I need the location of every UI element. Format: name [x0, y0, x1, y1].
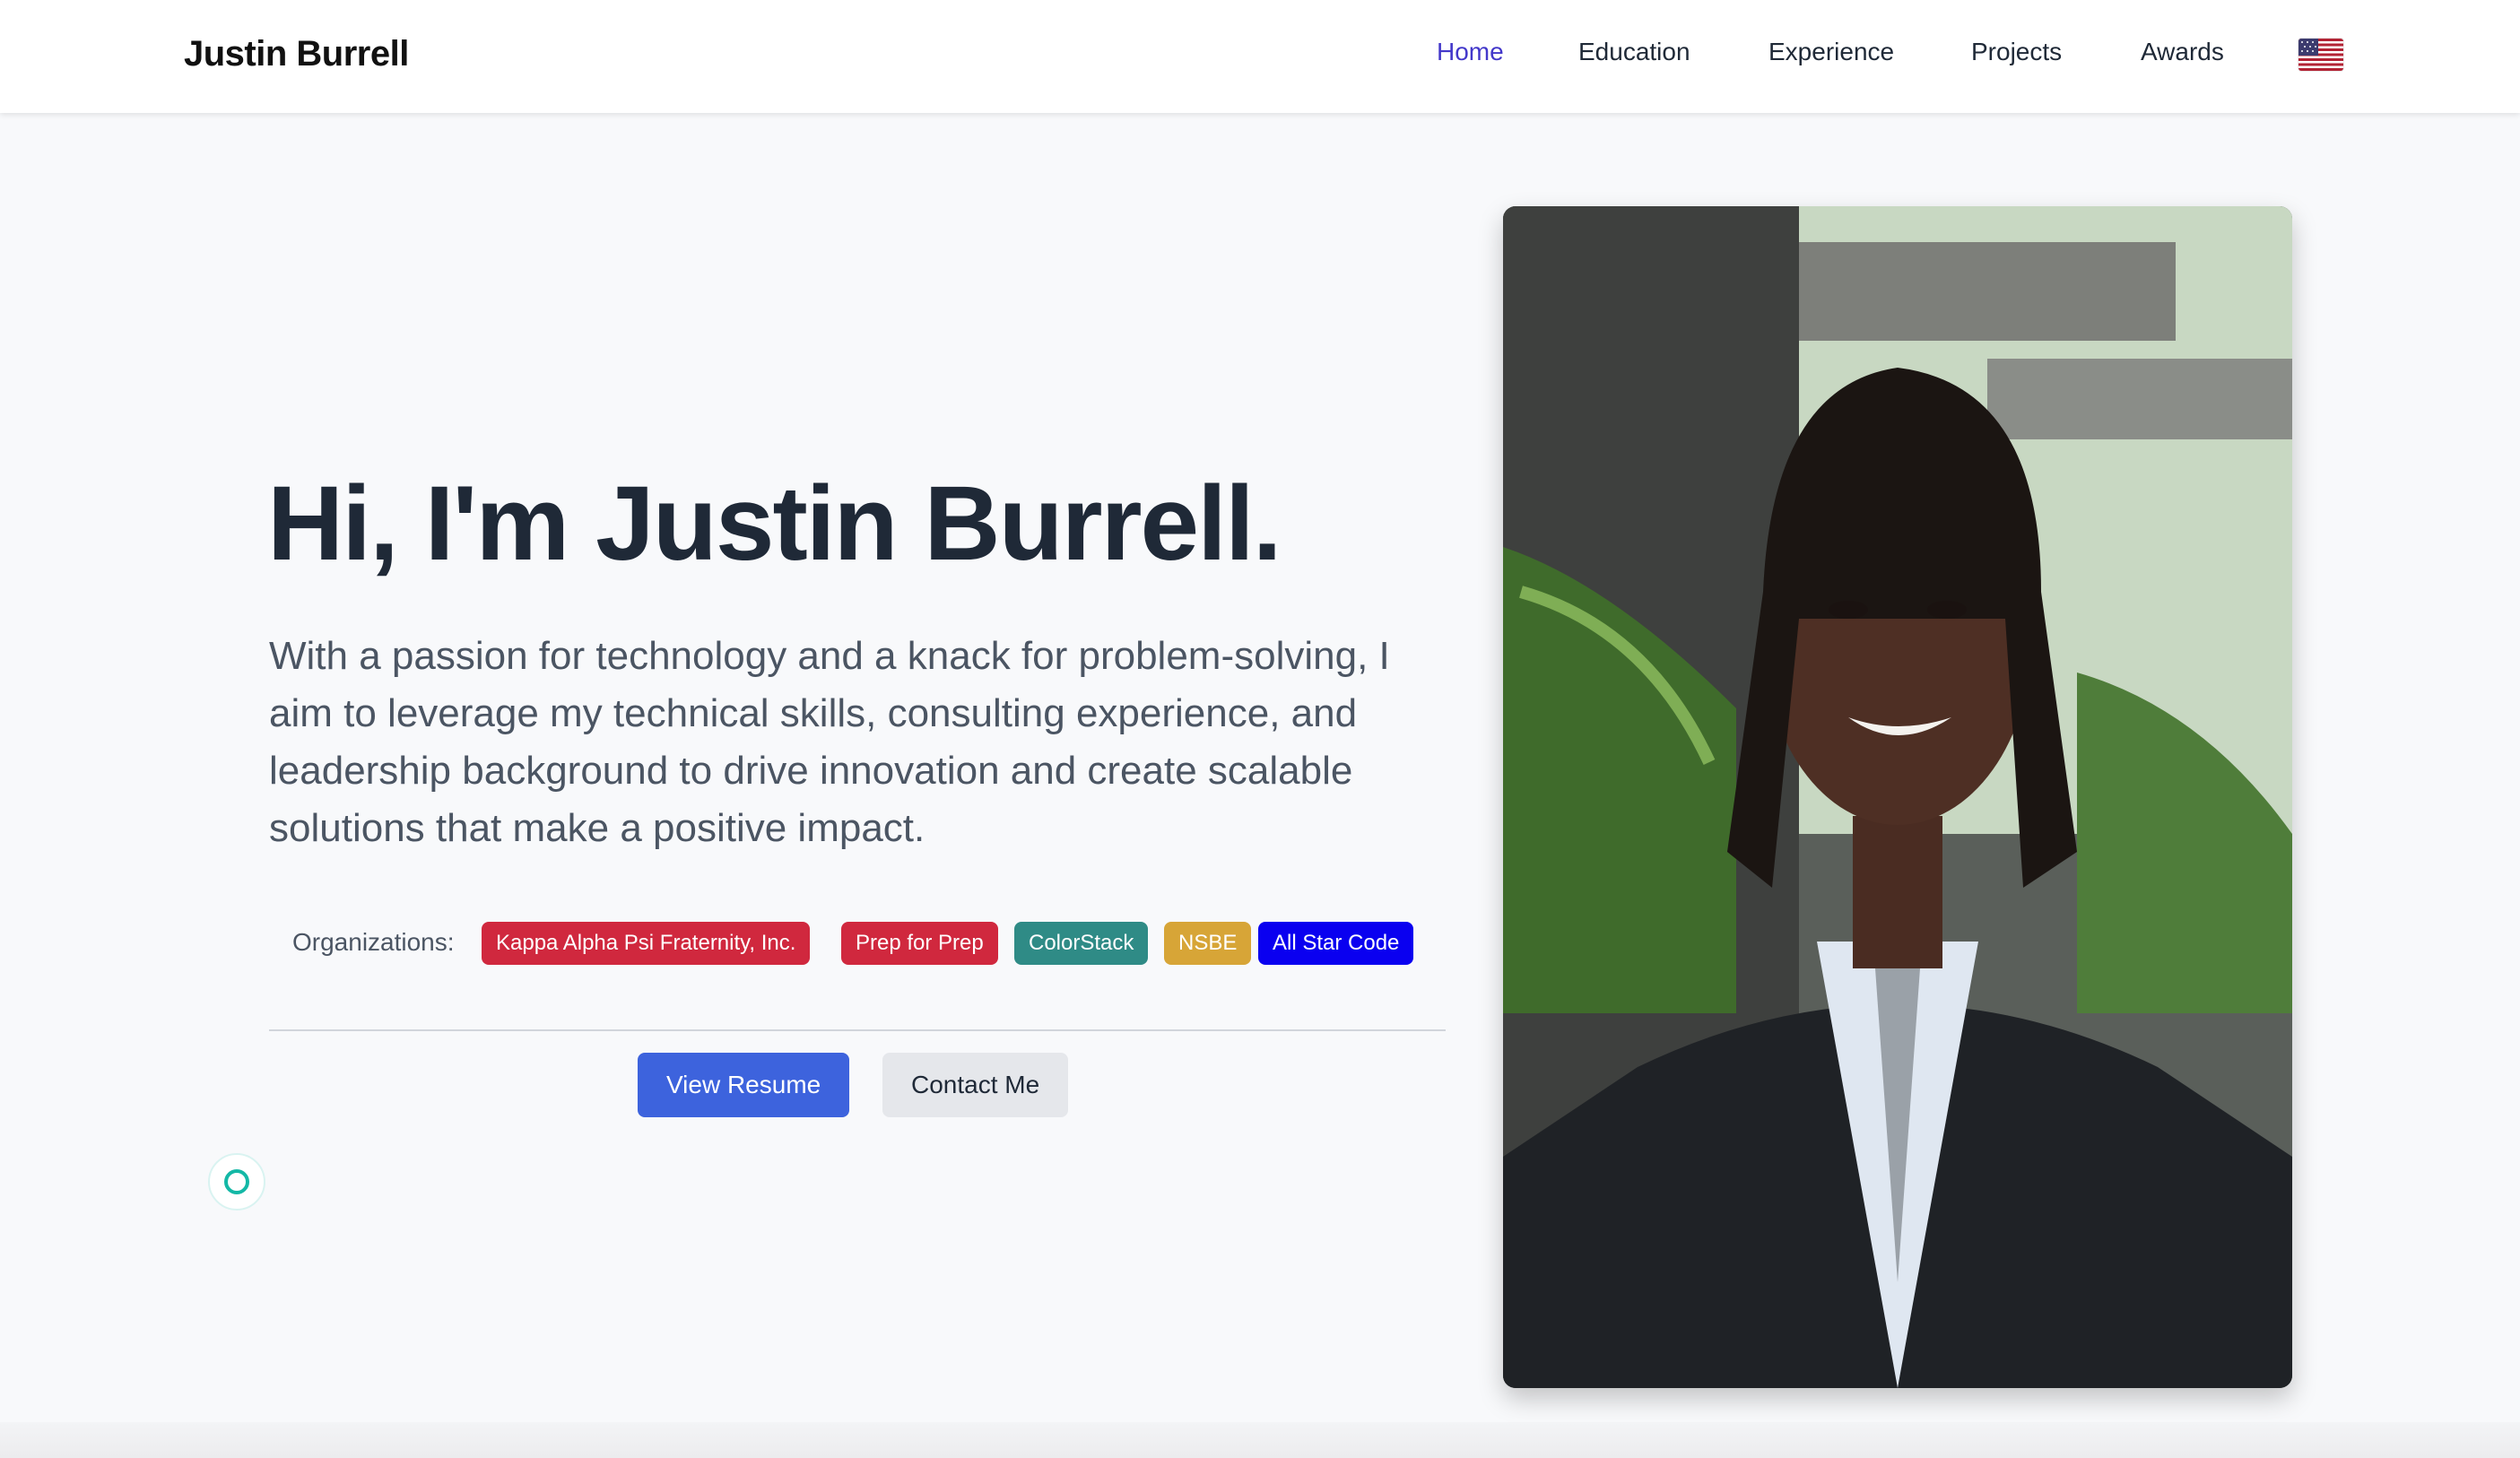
- hero-description: With a passion for technology and a knac…: [269, 634, 1390, 850]
- hero-divider: [269, 1029, 1446, 1031]
- org-badge-all-star-code[interactable]: All Star Code: [1258, 922, 1414, 965]
- view-resume-button[interactable]: View Resume: [638, 1053, 850, 1117]
- org-badge-kappa-alpha-psi[interactable]: Kappa Alpha Psi Fraternity, Inc.: [482, 922, 811, 965]
- portrait-photo: [1503, 206, 2292, 1388]
- us-flag-icon[interactable]: [2298, 39, 2343, 71]
- flag-canton: [2298, 39, 2318, 56]
- contact-me-button[interactable]: Contact Me: [882, 1053, 1069, 1117]
- section-bottom-edge: [0, 1422, 2520, 1458]
- org-badge-nsbe[interactable]: NSBE: [1164, 922, 1252, 965]
- nav-link-projects[interactable]: Projects: [1971, 38, 2062, 66]
- navbar: Justin Burrell Home Education Experience…: [0, 0, 2520, 113]
- hero-title: Hi, I'm Justin Burrell.: [267, 464, 1282, 583]
- nav-link-experience[interactable]: Experience: [1768, 38, 1894, 66]
- portrait-illustration: [1503, 206, 2292, 1388]
- circle-loader-icon[interactable]: [208, 1153, 265, 1211]
- org-badge-prep-for-prep[interactable]: Prep for Prep: [841, 922, 998, 965]
- nav-link-education[interactable]: Education: [1578, 38, 1690, 66]
- nav-link-awards[interactable]: Awards: [2141, 38, 2224, 66]
- nav-links: Home Education Experience Projects Award…: [0, 38, 2520, 74]
- organizations-label: Organizations:: [292, 928, 455, 956]
- nav-link-home[interactable]: Home: [1437, 38, 1504, 66]
- org-badge-colorstack[interactable]: ColorStack: [1014, 922, 1149, 965]
